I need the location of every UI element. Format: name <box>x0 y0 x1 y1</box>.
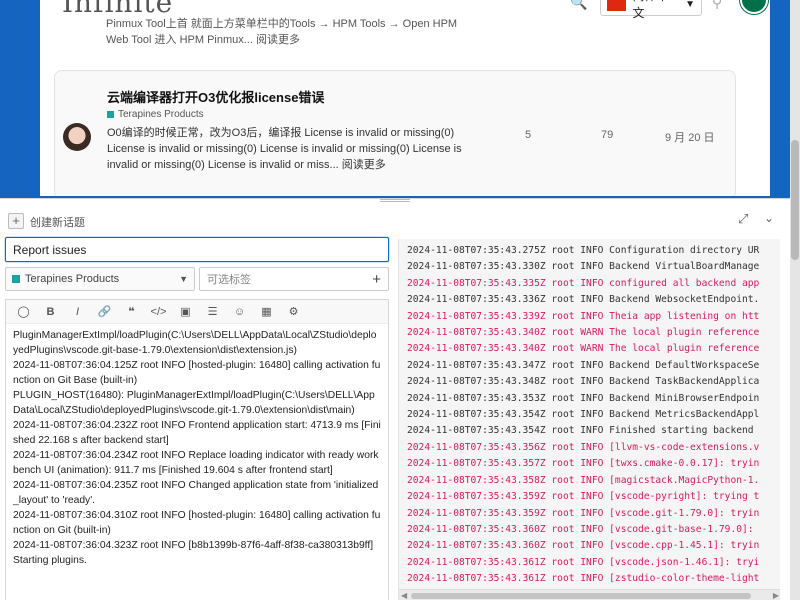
tags-placeholder: 可选标签 <box>207 274 251 286</box>
category-select-label: Terapines Products <box>25 273 120 285</box>
tags-select[interactable]: 可选标签 + <box>199 267 389 291</box>
topic-list-item[interactable]: 云端编译器打开O3优化报license错误 Terapines Products… <box>54 70 736 196</box>
activity-date[interactable]: 9 月 20 日 <box>665 129 715 145</box>
chevron-down-icon: ▼ <box>179 274 188 284</box>
user-avatar[interactable] <box>740 0 768 14</box>
bold-icon[interactable]: B <box>37 306 64 318</box>
log-line: 2024-11-08T07:35:43.340Z root WARN The l… <box>407 327 760 339</box>
list-icon[interactable]: ☰ <box>199 305 226 318</box>
log-line: 2024-11-08T07:35:43.359Z root INFO [vsco… <box>407 507 760 519</box>
log-line: 2024-11-08T07:35:43.340Z root WARN The l… <box>407 343 760 355</box>
post-preview: 2024-11-08T07:35:43.275Z root INFO Confi… <box>398 239 780 600</box>
composer-panel: + 创建新话题 ⤢ ⌄ Terapines Products ▼ 可选标签 + … <box>0 198 790 600</box>
search-icon[interactable]: 🔍 <box>570 0 587 11</box>
editor-area: ◯ B I 🔗 ❝ </> ▣ ☰ ☺ ▦ ⚙ PluginManagerExt… <box>5 299 389 600</box>
chevron-down-icon: ▼ <box>685 0 695 10</box>
scroll-right-icon[interactable]: ▶ <box>773 591 779 600</box>
page-background-left <box>0 0 40 196</box>
log-line: 2024-11-08T07:35:43.354Z root INFO Backe… <box>407 409 760 421</box>
views-count: 79 <box>601 129 614 141</box>
log-line: 2024-11-08T07:35:43.339Z root INFO Theia… <box>407 310 760 322</box>
chevron-down-icon[interactable]: ⌄ <box>764 211 774 225</box>
expand-icon[interactable]: ⤢ <box>738 211 748 227</box>
category-select[interactable]: Terapines Products ▼ <box>5 267 195 291</box>
editor-toolbar: ◯ B I 🔗 ❝ </> ▣ ☰ ☺ ▦ ⚙ <box>6 300 388 324</box>
log-line: 2024-11-08T07:35:43.361Z root INFO [zstu… <box>407 573 760 585</box>
log-line: 2024-11-08T07:35:43.360Z root INFO [vsco… <box>407 540 760 552</box>
scrollbar-thumb[interactable] <box>791 140 799 260</box>
emoji-icon[interactable]: ☺ <box>226 306 253 318</box>
date-icon[interactable]: ▦ <box>253 305 280 318</box>
category-label: Terapines Products <box>118 109 204 120</box>
category-color-icon <box>107 111 114 118</box>
preview-horizontal-scrollbar[interactable]: ◀ ▶ <box>399 589 780 600</box>
italic-icon[interactable]: I <box>64 306 91 318</box>
language-select[interactable]: 简体中文 ▼ <box>600 0 702 20</box>
post-body-editor[interactable]: PluginManagerExtImpl/loadPlugin(C:\Users… <box>6 324 388 572</box>
topic-title-input[interactable] <box>5 237 389 262</box>
link-icon[interactable]: 🔗 <box>91 305 118 318</box>
log-line: 2024-11-08T07:35:43.357Z root INFO [twxs… <box>407 458 760 470</box>
log-line: 2024-11-08T07:35:43.330Z root INFO Backe… <box>407 261 760 273</box>
log-line: 2024-11-08T07:35:43.359Z root INFO [vsco… <box>407 491 760 503</box>
image-icon[interactable]: ▣ <box>172 305 199 318</box>
log-line: 2024-11-08T07:35:43.275Z root INFO Confi… <box>407 245 760 256</box>
log-line: 2024-11-08T07:35:43.348Z root INFO Backe… <box>407 376 760 388</box>
avatar[interactable] <box>63 123 91 151</box>
log-line: 2024-11-08T07:35:43.347Z root INFO Backe… <box>407 359 760 371</box>
log-line: 2024-11-08T07:35:43.361Z root INFO [vsco… <box>407 556 760 568</box>
category-badge[interactable]: Terapines Products <box>107 109 204 120</box>
search-icon[interactable]: ⚲ <box>712 0 722 11</box>
forum-page: Infinite 🔍 简体中文 ▼ ⚲ Pinmux Tool上首 就面上方菜单… <box>40 0 770 196</box>
log-line: 2024-11-08T07:35:43.335Z root INFO confi… <box>407 277 760 289</box>
composer-resize-grip[interactable] <box>380 199 410 202</box>
scroll-left-icon[interactable]: ◀ <box>401 591 407 600</box>
scrollbar-thumb[interactable] <box>411 593 751 599</box>
flag-icon <box>607 0 627 11</box>
replies-count: 5 <box>525 129 532 141</box>
blockquote-icon[interactable]: ❝ <box>118 305 145 318</box>
code-icon[interactable]: </> <box>145 306 172 318</box>
plus-icon: + <box>372 270 381 288</box>
log-line: 2024-11-08T07:35:43.336Z root INFO Backe… <box>407 294 760 306</box>
gear-icon[interactable]: ⚙ <box>280 305 307 318</box>
previous-topic-excerpt: Pinmux Tool上首 就面上方菜单栏中的Tools → HPM Tools… <box>106 18 458 46</box>
topic-excerpt: O0编译的时候正常，改为O3后，编译报 License is invalid o… <box>107 127 462 171</box>
composer-action-title[interactable]: 创建新话题 <box>30 214 85 230</box>
topic-title[interactable]: 云端编译器打开O3优化报license错误 <box>107 87 324 106</box>
log-line: 2024-11-08T07:35:43.360Z root INFO [vsco… <box>407 523 754 535</box>
plus-icon[interactable]: + <box>8 213 24 229</box>
preview-log: 2024-11-08T07:35:43.275Z root INFO Confi… <box>399 243 780 588</box>
log-line: 2024-11-08T07:35:43.354Z root INFO Finis… <box>407 425 754 437</box>
log-line: 2024-11-08T07:35:43.358Z root INFO [magi… <box>407 474 760 486</box>
quote-icon[interactable]: ◯ <box>10 305 37 318</box>
log-line: 2024-11-08T07:35:43.353Z root INFO Backe… <box>407 392 760 404</box>
category-color-icon <box>12 275 20 283</box>
language-label: 简体中文 <box>632 0 668 20</box>
log-line: 2024-11-08T07:35:43.356Z root INFO [llvm… <box>407 441 760 453</box>
page-scrollbar[interactable] <box>790 0 800 600</box>
